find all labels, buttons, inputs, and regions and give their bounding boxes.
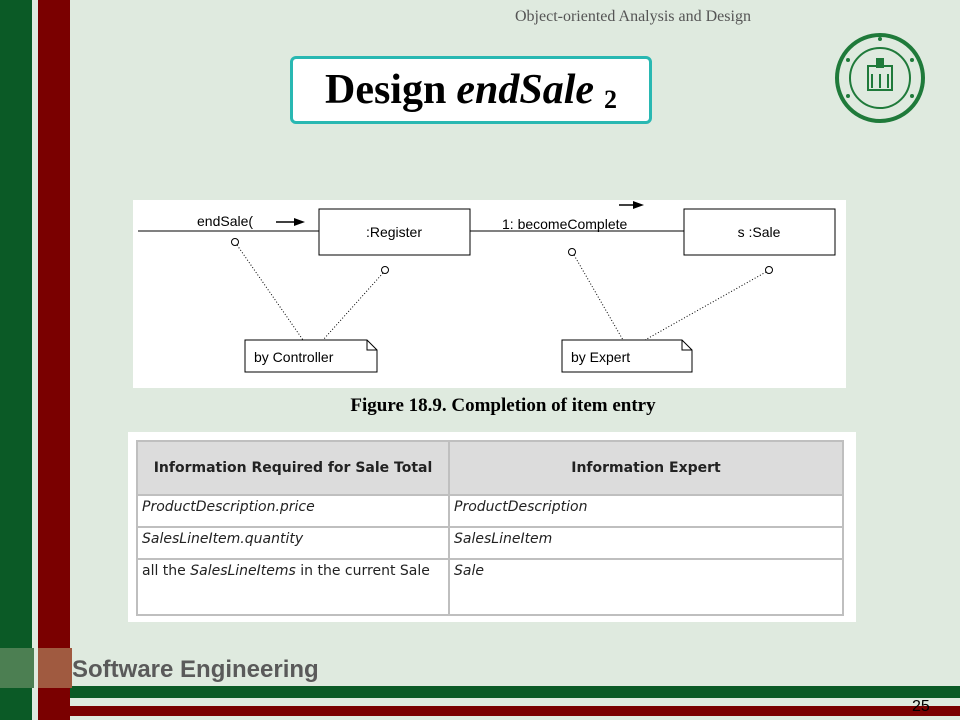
title-number: 2 (604, 85, 618, 114)
anchor-circle (381, 266, 389, 274)
slide-title: Design endSale 2 (290, 56, 652, 124)
cell-text: all the (142, 563, 191, 579)
anchor-circle (765, 266, 773, 274)
table-cell: SalesLineItem.quantity (136, 526, 450, 560)
decor-square (38, 648, 72, 688)
page-number: 25 (912, 698, 930, 715)
note-expert-label: by Expert (571, 349, 630, 365)
left-green-bar (0, 0, 32, 720)
title-prefix: Design (324, 67, 447, 113)
left-red-bar (38, 0, 70, 720)
university-seal-logo (835, 33, 925, 123)
table-cell: Sale (448, 558, 844, 616)
anchor-circle (231, 238, 239, 246)
column-header: Information Required for Sale Total (136, 440, 450, 496)
table-cell: SalesLineItem (448, 526, 844, 560)
table-header-row: Information Required for Sale Total Info… (136, 440, 844, 496)
bottom-red-bar (70, 706, 960, 716)
footer-title: Software Engineering (72, 656, 319, 683)
note-dotted-link (573, 254, 624, 341)
cell-text: in the current Sale (295, 563, 430, 579)
note-dotted-link (236, 244, 304, 341)
table-row: SalesLineItem.quantity SalesLineItem (136, 526, 844, 560)
anchor-circle (568, 248, 576, 256)
message-arrowhead (294, 218, 305, 226)
figure-caption: Figure 18.9. Completion of item entry (350, 395, 656, 416)
collaboration-diagram: endSale( :Register 1: becomeComplete s :… (133, 200, 846, 388)
table-cell: ProductDescription.price (136, 494, 450, 528)
message-arrowhead (633, 201, 644, 209)
message-becomecomplete: 1: becomeComplete (502, 216, 628, 232)
info-expert-table: Information Required for Sale Total Info… (136, 440, 844, 616)
bottom-green-bar (70, 686, 960, 698)
table-cell: all the SalesLineItems in the current Sa… (136, 558, 450, 616)
sale-label: s :Sale (738, 224, 781, 240)
info-table-panel: Information Required for Sale Total Info… (128, 432, 856, 622)
note-dotted-link (322, 272, 384, 341)
note-dotted-link (644, 271, 767, 341)
note-controller-label: by Controller (254, 349, 334, 365)
cell-text-italic: SalesLineItems (190, 563, 296, 579)
title-italic: endSale (456, 67, 595, 113)
table-row: ProductDescription.price ProductDescript… (136, 494, 844, 528)
register-label: :Register (366, 224, 422, 240)
course-header: Object-oriented Analysis and Design (515, 8, 751, 25)
message-endsale: endSale( (197, 213, 253, 229)
table-cell: ProductDescription (448, 494, 844, 528)
table-row: all the SalesLineItems in the current Sa… (136, 558, 844, 616)
decor-square (0, 648, 34, 688)
column-header: Information Expert (448, 440, 844, 496)
